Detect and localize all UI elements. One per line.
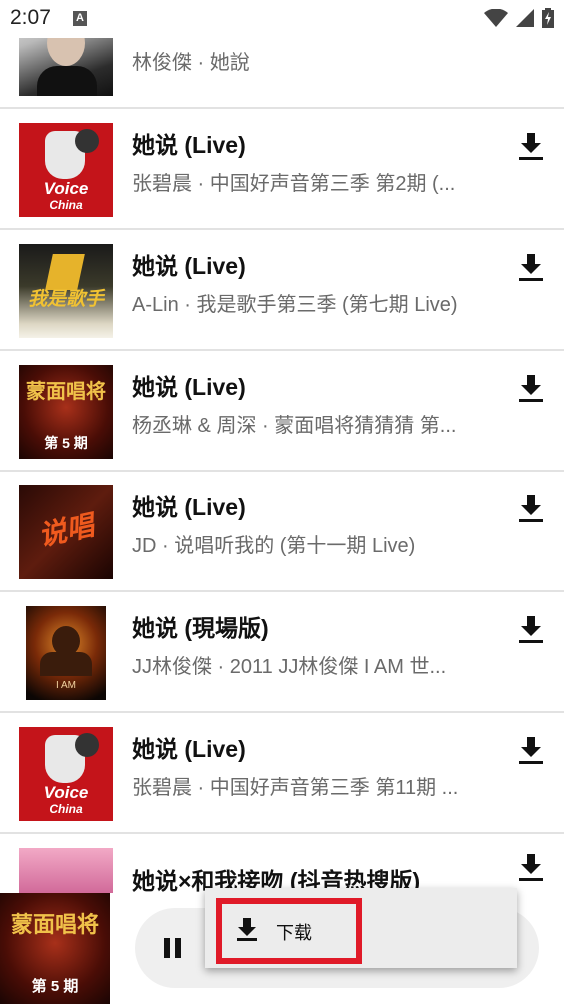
song-title: 她说 (Live) (132, 494, 246, 520)
song-title: 她说 (Live) (132, 132, 246, 158)
song-row[interactable]: 我是歌手 她说 (Live) A-Lin · 我是歌手第三季 (第七期 Live… (0, 231, 564, 351)
status-bar: 2:07 A (0, 0, 564, 38)
song-row[interactable]: Voice China 她说 (Live) 张碧晨 · 中国好声音第三季 第2期… (0, 110, 564, 230)
download-icon (519, 254, 543, 281)
status-time: 2:07 (10, 6, 51, 29)
masked-logo-text: 蒙面唱将 (10, 912, 99, 937)
download-button[interactable] (514, 130, 548, 164)
download-button[interactable] (514, 613, 548, 647)
song-subtitle: JD · 说唱听我的 (第十一期 Live) (132, 535, 416, 557)
menu-item-download[interactable]: 下载 (216, 898, 362, 964)
album-thumbnail: I AM (26, 606, 106, 700)
pause-button[interactable] (164, 938, 188, 960)
album-thumbnail: Voice China (19, 727, 113, 821)
download-icon (519, 133, 543, 160)
status-icons (484, 8, 554, 28)
song-subtitle: 杨丞琳 & 周深 · 蒙面唱将猜猜猜 第... (132, 415, 457, 437)
download-button[interactable] (514, 734, 548, 768)
song-row[interactable]: Voice China 她说 (Live) 张碧晨 · 中国好声音第三季 第11… (0, 714, 564, 834)
song-row[interactable]: 说唱 她说 (Live) JD · 说唱听我的 (第十一期 Live) (0, 472, 564, 592)
download-button[interactable] (514, 251, 548, 285)
download-icon (519, 495, 543, 522)
voice-logo-text: Voice (43, 179, 89, 198)
signal-icon (516, 9, 534, 27)
song-title: 她说 (現場版) (132, 615, 269, 641)
download-icon (519, 616, 543, 643)
download-button[interactable] (514, 372, 548, 406)
song-title: 她说 (Live) (132, 253, 246, 279)
iam-logo-text: I AM (55, 680, 76, 691)
download-icon (519, 375, 543, 402)
notification-a-icon: A (73, 11, 87, 26)
rap-logo-text: 说唱 (35, 509, 97, 552)
now-playing-artwork[interactable]: 蒙面唱将 第 5 期 (0, 893, 110, 1004)
wifi-icon (484, 9, 508, 27)
masked-episode-text: 第 5 期 (31, 978, 79, 995)
song-subtitle: 张碧晨 · 中国好声音第三季 第2期 (... (132, 173, 456, 195)
masked-logo-text: 蒙面唱将 (26, 381, 106, 403)
download-icon (519, 737, 543, 764)
download-button[interactable] (514, 851, 548, 885)
voice-logo-text: China (49, 198, 83, 212)
album-thumbnail: Voice China (19, 123, 113, 217)
song-subtitle: 张碧晨 · 中国好声音第三季 第11期 ... (132, 777, 459, 799)
song-subtitle: 林俊傑 · 她說 (132, 52, 250, 74)
masked-episode-text: 第 5 期 (44, 435, 88, 451)
pause-icon (175, 938, 181, 958)
song-title: 她说 (Live) (132, 736, 246, 762)
album-thumbnail: 我是歌手 (19, 244, 113, 338)
song-row[interactable]: 蒙面唱将 第 5 期 她说 (Live) 杨丞琳 & 周深 · 蒙面唱将猜猜猜 … (0, 352, 564, 472)
download-icon (519, 854, 543, 881)
song-row[interactable]: I AM 她说 (現場版) JJ林俊傑 · 2011 JJ林俊傑 I AM 世.… (0, 593, 564, 713)
battery-charging-icon (542, 8, 554, 28)
song-subtitle: JJ林俊傑 · 2011 JJ林俊傑 I AM 世... (132, 656, 447, 678)
album-thumbnail: 蒙面唱将 第 5 期 (19, 365, 113, 459)
download-icon (237, 918, 257, 941)
album-thumbnail: 说唱 (19, 485, 113, 579)
download-button[interactable] (514, 492, 548, 526)
singer-logo-text: 我是歌手 (27, 289, 104, 310)
menu-item-label: 下载 (276, 923, 312, 943)
song-subtitle: A-Lin · 我是歌手第三季 (第七期 Live) (132, 294, 458, 316)
voice-logo-text: Voice (43, 783, 89, 802)
song-title: 她说 (Live) (132, 374, 246, 400)
pause-icon (164, 938, 170, 958)
voice-logo-text: China (49, 802, 83, 816)
